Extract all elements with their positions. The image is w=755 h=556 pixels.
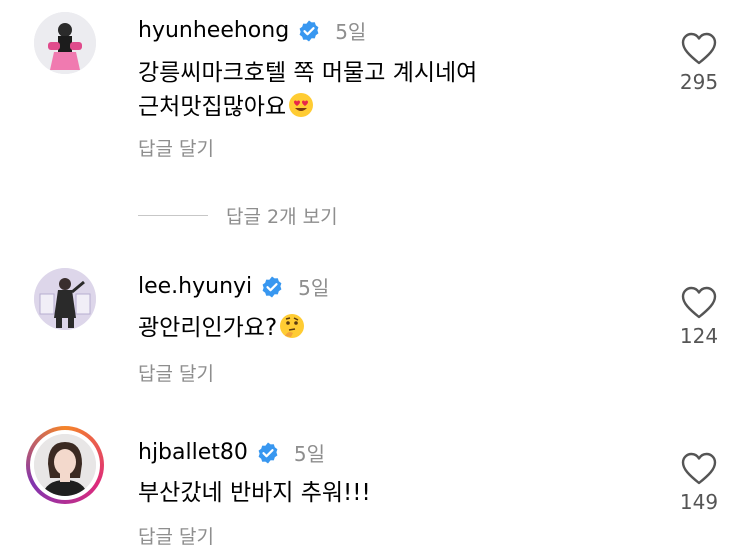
- reply-button[interactable]: 답글 달기: [138, 134, 214, 161]
- like-control: 295: [675, 32, 723, 94]
- comment-time: 5일: [293, 442, 326, 466]
- heart-icon[interactable]: [681, 286, 717, 320]
- comment-text: 강릉씨마크호텔 쪽 머물고 계시네여 근처맛집많아요: [138, 56, 477, 124]
- like-count: 124: [679, 324, 719, 348]
- comment-text: 부산갔네 반바지 추워!!!: [138, 480, 371, 506]
- verified-badge-icon: [256, 441, 280, 465]
- divider-line: [138, 215, 208, 216]
- heart-icon[interactable]: [681, 32, 717, 66]
- comment-text-line: 강릉씨마크호텔 쪽 머물고 계시네여: [138, 60, 478, 86]
- reply-button[interactable]: 답글 달기: [138, 522, 214, 549]
- comment-time: 5일: [298, 276, 330, 300]
- heart-icon[interactable]: [681, 452, 717, 486]
- avatar[interactable]: [34, 12, 96, 74]
- like-count: 149: [679, 490, 719, 514]
- like-control: 124: [675, 286, 723, 348]
- thinking-face-emoji-icon: [279, 313, 305, 339]
- view-replies-label: 답글 2개 보기: [226, 206, 338, 228]
- verified-badge-icon: [260, 275, 284, 299]
- like-control: 149: [675, 452, 723, 514]
- story-ring[interactable]: [26, 426, 104, 504]
- comment-text: 광안리인가요?: [138, 311, 305, 345]
- username[interactable]: lee.hyunyi: [138, 274, 252, 299]
- reply-button[interactable]: 답글 달기: [138, 359, 214, 386]
- comment-time: 5일: [335, 20, 367, 44]
- verified-badge-icon: [297, 19, 321, 43]
- comment-text-line: 근처맛집많아요: [138, 90, 477, 124]
- avatar: [34, 434, 96, 496]
- avatar[interactable]: [34, 268, 96, 330]
- view-replies-button[interactable]: 답글 2개 보기: [138, 202, 338, 229]
- username[interactable]: hjballet80: [138, 440, 248, 465]
- like-count: 295: [679, 70, 719, 94]
- username[interactable]: hyunheehong: [138, 18, 289, 43]
- heart-eyes-emoji-icon: [288, 92, 314, 118]
